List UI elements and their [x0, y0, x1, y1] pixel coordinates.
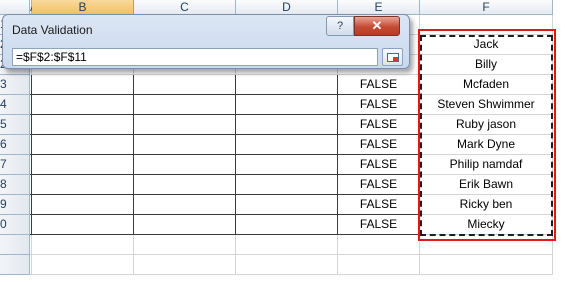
cell-e[interactable] [338, 255, 420, 275]
column-header-c[interactable]: C [134, 0, 236, 15]
cell-d[interactable] [236, 215, 338, 235]
column-header-e[interactable]: E [338, 0, 420, 15]
cell-b[interactable] [32, 235, 134, 255]
row-header[interactable]: 8 [0, 175, 30, 195]
column-header-f[interactable]: F [420, 0, 553, 15]
cell-f[interactable]: Billy [420, 55, 553, 75]
expand-dialog-button[interactable] [382, 48, 403, 66]
row-header[interactable] [0, 235, 30, 255]
help-button[interactable]: ? [326, 16, 354, 36]
cell-e[interactable]: FALSE [338, 135, 420, 155]
cell-b[interactable] [32, 95, 134, 115]
cell-f[interactable]: Jack [420, 35, 553, 55]
cell-b[interactable] [32, 215, 134, 235]
cell-f[interactable] [420, 255, 553, 275]
row-header[interactable]: 3 [0, 75, 30, 95]
row-header[interactable]: 4 [0, 95, 30, 115]
cell-f[interactable]: Erik Bawn [420, 175, 553, 195]
cell-b[interactable] [32, 75, 134, 95]
cell-d[interactable] [236, 175, 338, 195]
cell-e[interactable]: FALSE [338, 115, 420, 135]
cell-f[interactable]: Mark Dyne [420, 135, 553, 155]
select-all-corner[interactable] [0, 0, 30, 15]
cell-f[interactable]: Miecky [420, 215, 553, 235]
cell-b[interactable] [32, 255, 134, 275]
cell-e[interactable]: FALSE [338, 75, 420, 95]
row-header[interactable]: 6 [0, 135, 30, 155]
cell-c[interactable] [134, 255, 236, 275]
row-header[interactable]: 9 [0, 195, 30, 215]
data-validation-dialog: Data Validation ? ✕ [2, 14, 410, 69]
cell-b[interactable] [32, 135, 134, 155]
cell-c[interactable] [134, 95, 236, 115]
cell-f[interactable] [420, 235, 553, 255]
cell-e[interactable]: FALSE [338, 195, 420, 215]
cell-e[interactable] [338, 235, 420, 255]
cell-b[interactable] [32, 195, 134, 215]
cell-b[interactable] [32, 115, 134, 135]
row-header[interactable]: 0 [0, 215, 30, 235]
cell-d[interactable] [236, 255, 338, 275]
cell-c[interactable] [134, 135, 236, 155]
dialog-title: Data Validation [12, 23, 93, 37]
cell-b[interactable] [32, 175, 134, 195]
cell-d[interactable] [236, 155, 338, 175]
column-header-d[interactable]: D [236, 0, 338, 15]
cell-d[interactable] [236, 95, 338, 115]
column-header-b[interactable]: B [32, 0, 134, 15]
cell-f[interactable]: Ruby jason [420, 115, 553, 135]
cell-c[interactable] [134, 155, 236, 175]
cell-f[interactable] [420, 15, 553, 35]
source-range-input[interactable] [12, 48, 378, 66]
cell-f[interactable]: Ricky ben [420, 195, 553, 215]
cell-e[interactable]: FALSE [338, 175, 420, 195]
cell-b[interactable] [32, 155, 134, 175]
close-button[interactable]: ✕ [354, 16, 400, 36]
cell-e[interactable]: FALSE [338, 215, 420, 235]
cell-c[interactable] [134, 215, 236, 235]
cell-c[interactable] [134, 115, 236, 135]
row-header[interactable]: 5 [0, 115, 30, 135]
row-header[interactable]: 7 [0, 155, 30, 175]
cell-f[interactable]: Mcfaden [420, 75, 553, 95]
cell-d[interactable] [236, 135, 338, 155]
cell-f[interactable]: Steven Shwimmer [420, 95, 553, 115]
cell-c[interactable] [134, 195, 236, 215]
cell-d[interactable] [236, 235, 338, 255]
cell-c[interactable] [134, 75, 236, 95]
range-selector-icon [387, 53, 399, 62]
cell-c[interactable] [134, 235, 236, 255]
cell-c[interactable] [134, 175, 236, 195]
cell-d[interactable] [236, 195, 338, 215]
cell-e[interactable]: FALSE [338, 155, 420, 175]
cell-f[interactable]: Philip namdaf [420, 155, 553, 175]
row-header[interactable] [0, 255, 30, 275]
cell-d[interactable] [236, 115, 338, 135]
cell-d[interactable] [236, 75, 338, 95]
cell-e[interactable]: FALSE [338, 95, 420, 115]
